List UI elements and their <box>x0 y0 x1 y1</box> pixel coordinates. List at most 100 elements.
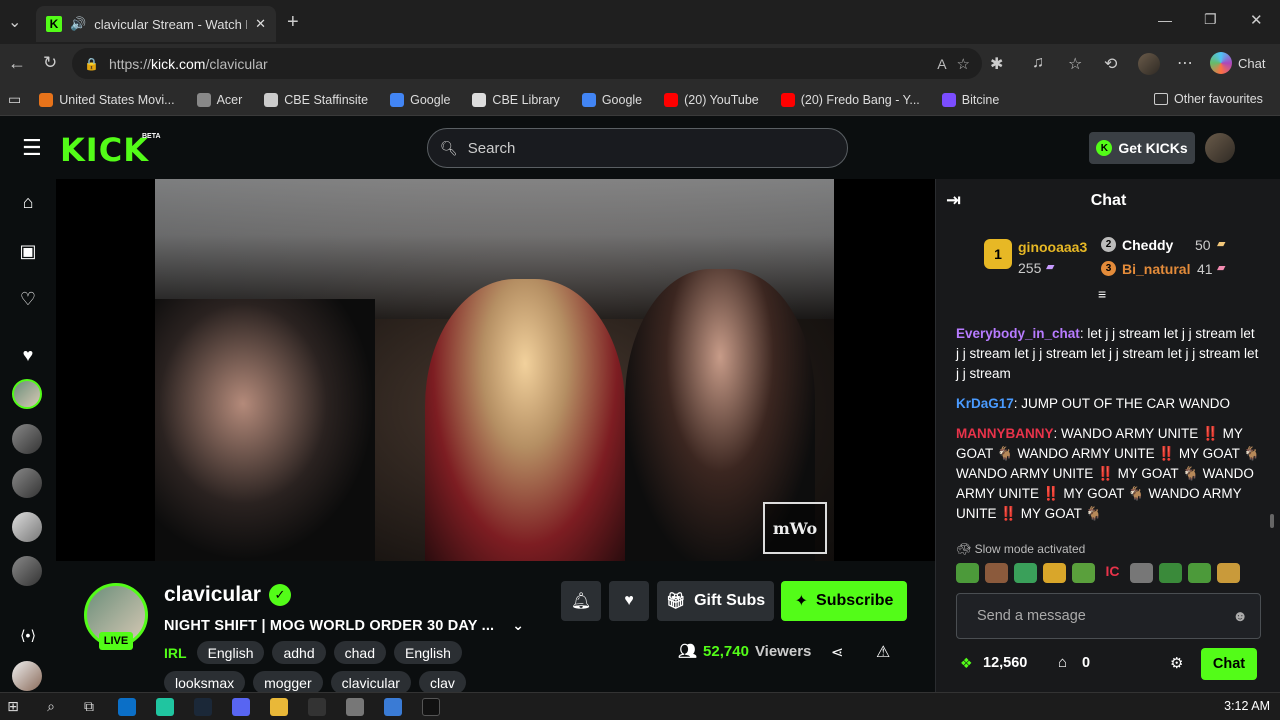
stream-tag[interactable]: English <box>394 641 462 664</box>
stream-tag[interactable]: adhd <box>272 641 326 664</box>
new-tab-icon[interactable]: + <box>287 11 299 34</box>
emote-icon[interactable] <box>1072 563 1095 583</box>
chat-username[interactable]: MANNYBANNY <box>956 426 1054 441</box>
collections-icon[interactable]: ▭ <box>8 91 21 108</box>
emoji-picker-icon[interactable]: ☻ <box>1232 608 1248 625</box>
terminal-icon[interactable] <box>422 697 440 716</box>
back-icon[interactable]: ← <box>8 53 26 74</box>
edge-icon[interactable] <box>118 697 136 716</box>
chat-message-input[interactable]: Send a message ☻ <box>956 593 1261 639</box>
lock-icon[interactable]: 🔒 <box>84 57 99 71</box>
gift-subs-button[interactable]: 🎁︎ Gift Subs <box>657 581 774 621</box>
followed-channel-avatar[interactable] <box>12 379 42 409</box>
stream-tag[interactable]: chad <box>333 641 386 664</box>
stream-tag[interactable]: English <box>196 641 265 664</box>
app-icon[interactable] <box>346 697 364 716</box>
bookmark-item[interactable]: CBE Library <box>472 92 560 107</box>
browser-tab[interactable]: K 🔊 clavicular Stream - Watch Live ✕ <box>36 6 276 42</box>
app-icon[interactable] <box>156 697 174 716</box>
follow-button[interactable]: ♥ <box>609 581 649 621</box>
stream-tag[interactable]: clav <box>418 671 466 694</box>
get-kicks-button[interactable]: K Get KICKs <box>1089 132 1195 164</box>
emote-icon[interactable] <box>1188 563 1211 583</box>
tab-close-icon[interactable]: ✕ <box>255 16 266 32</box>
report-warning-icon[interactable]: ⚠ <box>876 642 890 662</box>
speaker-icon[interactable]: 🔊 <box>70 16 86 32</box>
extensions-icon[interactable]: ✱ <box>990 54 1003 74</box>
bookmark-item[interactable]: (20) Fredo Bang - Y... <box>780 92 920 107</box>
channel-points[interactable]: 12,560 <box>983 655 1027 671</box>
followed-channel-avatar[interactable] <box>12 556 42 586</box>
subscribe-button[interactable]: ✦ Subscribe <box>781 581 907 621</box>
followed-channel-avatar[interactable] <box>12 512 42 542</box>
followed-channel-avatar[interactable] <box>12 468 42 498</box>
collapse-sidebar-icon[interactable]: ⟨•⟩ <box>16 623 40 647</box>
browse-icon[interactable]: ▣ <box>16 239 40 263</box>
task-view-icon[interactable]: ⧉ <box>80 698 98 716</box>
emote-icon[interactable] <box>1014 563 1037 583</box>
send-chat-button[interactable]: Chat <box>1201 648 1257 680</box>
bookmark-item[interactable]: Google <box>390 92 450 107</box>
copilot-chat-button[interactable]: Chat <box>1210 52 1265 74</box>
emote-icon[interactable] <box>985 563 1008 583</box>
share-icon[interactable]: ⋖ <box>831 643 844 661</box>
chat-settings-gear-icon[interactable]: ⚙ <box>1170 654 1183 672</box>
discord-icon[interactable] <box>232 697 250 716</box>
home-icon[interactable]: ⌂ <box>16 190 40 214</box>
stream-tag[interactable]: looksmax <box>164 671 246 694</box>
file-explorer-icon[interactable] <box>270 697 288 716</box>
bookmark-item[interactable]: CBE Staffinsite <box>264 92 368 107</box>
epic-games-icon[interactable] <box>308 697 326 716</box>
refresh-icon[interactable]: ↻ <box>43 53 57 73</box>
url-field[interactable]: 🔒 https://kick.com/clavicular A ☆ <box>72 48 982 79</box>
history-icon[interactable]: ⟲ <box>1104 54 1117 74</box>
tab-list-chevron-icon[interactable]: ⌄ <box>8 12 21 32</box>
chevron-down-icon[interactable]: ⌄ <box>512 617 524 634</box>
emote-icon[interactable] <box>956 563 979 583</box>
streamer-name[interactable]: clavicular ✓ <box>164 583 291 607</box>
emote-icon[interactable] <box>1043 563 1066 583</box>
profile-avatar[interactable] <box>1138 53 1160 75</box>
channel-avatar[interactable] <box>12 661 42 691</box>
bookmark-item[interactable]: (20) YouTube <box>664 92 759 107</box>
read-aloud-icon[interactable]: A <box>937 56 946 72</box>
media-icon[interactable]: ♫ <box>1032 54 1044 72</box>
chat-username[interactable]: Everybody_in_chat <box>956 326 1080 341</box>
bookmark-item[interactable]: Bitcine <box>941 92 999 107</box>
steam-icon[interactable] <box>194 697 212 716</box>
hamburger-menu-icon[interactable]: ☰ <box>22 135 42 161</box>
bookmark-item[interactable]: United States Movi... <box>39 92 175 107</box>
favorite-star-icon[interactable]: ☆ <box>957 55 970 73</box>
chat-username[interactable]: KrDaG17 <box>956 396 1014 411</box>
emote-icon[interactable] <box>1130 563 1153 583</box>
bookmark-item[interactable]: Google <box>581 92 642 107</box>
notification-bell-button[interactable]: 🔔︎ <box>561 581 601 621</box>
stream-tag[interactable]: mogger <box>253 671 323 694</box>
bookmark-item[interactable]: Acer <box>196 92 242 107</box>
emote-icon[interactable]: IC <box>1101 563 1124 583</box>
video-player[interactable]: mWo <box>56 179 935 561</box>
restore-icon[interactable]: ❐ <box>1204 11 1217 28</box>
user-avatar[interactable] <box>1205 133 1235 163</box>
stream-tag[interactable]: clavicular <box>330 671 411 694</box>
search-icon[interactable]: ⌕ <box>42 698 60 716</box>
collapse-chat-icon[interactable]: ⇥ <box>946 190 961 211</box>
followed-channel-avatar[interactable] <box>12 424 42 454</box>
more-menu-icon[interactable]: ⋯ <box>1177 53 1193 73</box>
following-heart-icon[interactable]: ♡ <box>16 287 40 311</box>
search-input[interactable]: 🔍︎ Search <box>427 128 848 168</box>
expand-leaderboard-icon[interactable]: ≡ <box>1098 286 1106 302</box>
category-link[interactable]: IRL <box>164 645 187 661</box>
emote-icon[interactable] <box>1159 563 1182 583</box>
windows-start-icon[interactable]: ⊞ <box>4 698 22 716</box>
store-icon[interactable] <box>384 697 402 716</box>
minimize-icon[interactable]: — <box>1158 12 1172 28</box>
store-icon[interactable]: ⌂ <box>1058 654 1067 671</box>
kick-logo[interactable]: KICK <box>60 131 149 169</box>
chat-scrollbar[interactable] <box>1270 514 1274 528</box>
other-favourites[interactable]: Other favourites <box>1154 92 1263 106</box>
window-close-icon[interactable]: ✕ <box>1250 11 1263 29</box>
gift-leaderboard[interactable]: 1 ginooaaa3 255 ▰ 2 Cheddy 50 ▰ 3 Bi_nat… <box>936 223 1280 302</box>
emote-icon[interactable] <box>1217 563 1240 583</box>
favorites-icon[interactable]: ☆ <box>1068 54 1082 74</box>
